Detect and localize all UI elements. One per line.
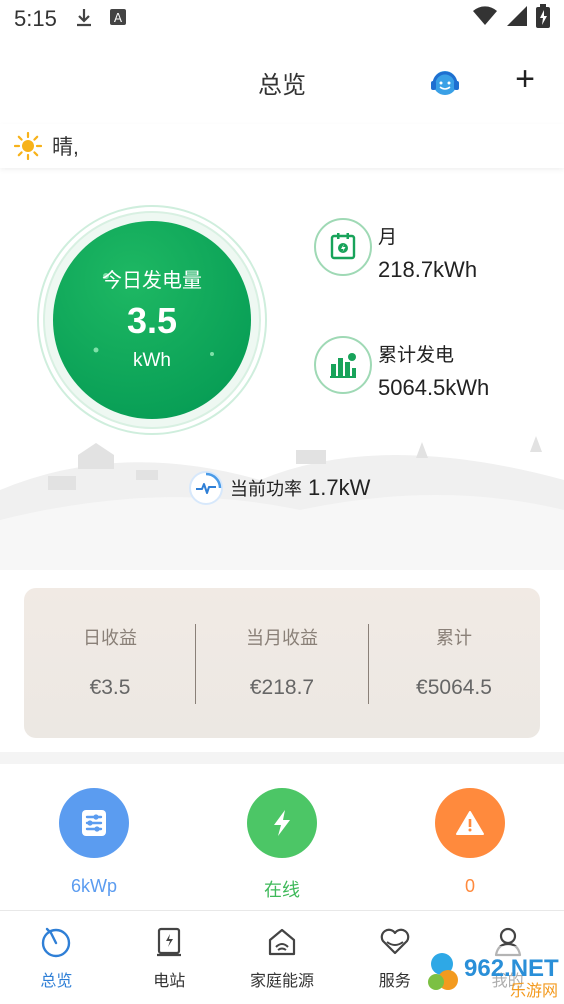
svg-text:乐游网: 乐游网 xyxy=(510,981,558,1000)
current-power-value: 1.7kW xyxy=(308,475,371,500)
online-status-stat[interactable]: 在线 xyxy=(212,788,352,902)
month-energy-label: 月 xyxy=(378,227,398,248)
month-energy-value: 218.7kWh xyxy=(378,257,478,282)
battery-icon xyxy=(536,4,550,34)
svg-text:962.NET: 962.NET xyxy=(464,955,559,982)
earn-monthly: 当月收益 €218.7 xyxy=(196,588,368,738)
tab-overview[interactable]: 总览 xyxy=(0,911,113,1004)
capacity-label: 6kWp xyxy=(70,876,117,896)
online-status-label: 在线 xyxy=(264,880,300,900)
download-icon xyxy=(75,7,93,32)
header: 总览 + xyxy=(0,52,564,112)
month-energy-stat[interactable]: 月 218.7kWh xyxy=(314,218,477,283)
total-energy-label: 累计发电 xyxy=(378,345,455,366)
status-bar: 5:15 A xyxy=(0,0,564,38)
today-energy-unit: kWh xyxy=(133,350,171,371)
total-energy-stat[interactable]: 累计发电 5064.5kWh xyxy=(314,336,489,401)
add-button[interactable]: + xyxy=(508,62,542,96)
weather-bar: 晴, xyxy=(0,124,564,168)
signal-icon xyxy=(506,5,528,33)
warning-icon xyxy=(435,788,505,858)
alarm-count-stat[interactable]: 0 xyxy=(400,788,540,897)
hero-section: 今日发电量 3.5 kWh 月 218.7kWh 累计发电 5064.5kWh xyxy=(0,170,564,570)
alarm-count-label: 0 xyxy=(464,876,475,896)
earn-total-label: 累计 xyxy=(436,628,472,648)
tab-home-energy-label: 家庭能源 xyxy=(249,973,314,990)
tab-station-label: 电站 xyxy=(153,973,186,990)
lightning-icon xyxy=(247,788,317,858)
sun-icon xyxy=(13,131,43,161)
current-power: 当前功率 1.7kW xyxy=(188,470,370,506)
earn-monthly-value: €218.7 xyxy=(249,676,315,699)
status-time: 5:15 xyxy=(14,6,57,31)
power-pulse-icon xyxy=(188,470,224,506)
today-energy-value: 3.5 xyxy=(126,300,178,341)
section-divider xyxy=(0,752,564,764)
tab-overview-label: 总览 xyxy=(40,973,73,990)
page-title: 总览 xyxy=(258,71,306,99)
overview-icon xyxy=(42,927,71,958)
current-power-label: 当前功率 xyxy=(230,479,302,499)
station-icon xyxy=(157,927,182,957)
earn-monthly-label: 当月收益 xyxy=(246,628,318,648)
earn-daily: 日收益 €3.5 xyxy=(24,588,196,738)
earnings-card[interactable]: 日收益 €3.5 当月收益 €218.7 累计 €5064.5 xyxy=(24,588,540,738)
today-energy-label: 今日发电量 xyxy=(102,270,202,292)
earn-total-value: €5064.5 xyxy=(416,676,492,699)
tab-station[interactable]: 电站 xyxy=(113,911,226,1004)
site-watermark: 962.NET 乐游网 xyxy=(426,946,564,1000)
monthly-energy-icon xyxy=(314,218,372,276)
service-heart-icon xyxy=(380,928,410,955)
weather-text: 晴, xyxy=(52,136,79,159)
capacity-icon xyxy=(59,788,129,858)
earn-total: 累计 €5064.5 xyxy=(368,588,540,738)
wifi-icon xyxy=(472,5,498,33)
earn-daily-label: 日收益 xyxy=(83,628,137,648)
gauge-text: 今日发电量 3.5 kWh xyxy=(36,204,268,436)
earn-divider xyxy=(195,624,196,704)
svg-text:A: A xyxy=(114,11,123,25)
total-energy-value: 5064.5kWh xyxy=(378,375,490,400)
bar-chart-icon xyxy=(314,336,372,394)
home-energy-icon xyxy=(268,928,296,956)
keyboard-a-icon: A xyxy=(109,8,127,31)
capacity-stat[interactable]: 6kWp xyxy=(24,788,164,897)
earn-daily-value: €3.5 xyxy=(89,676,131,699)
customer-service-icon[interactable] xyxy=(428,66,462,100)
earn-divider xyxy=(368,624,369,704)
tab-home-energy[interactable]: 家庭能源 xyxy=(226,911,339,1004)
